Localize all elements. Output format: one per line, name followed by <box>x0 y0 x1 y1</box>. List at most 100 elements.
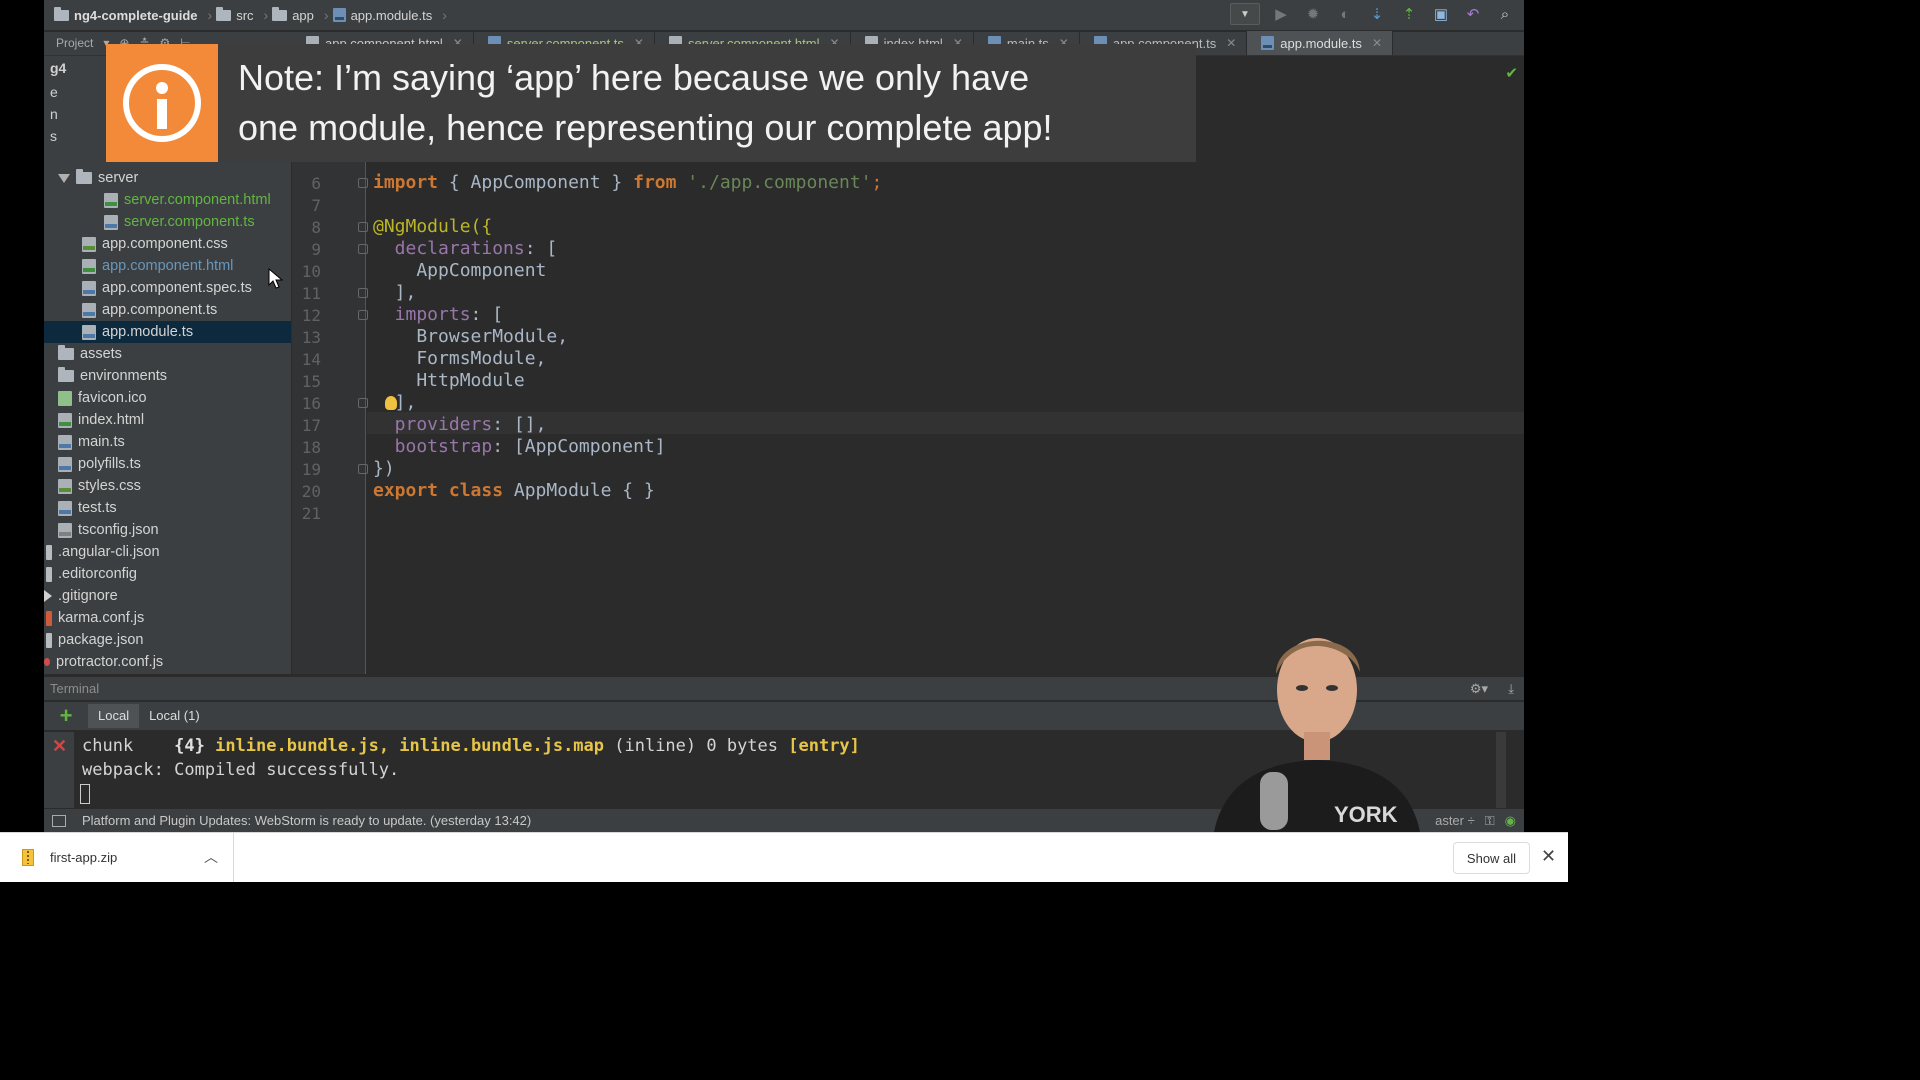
tree-file[interactable]: protractor.conf.js <box>44 651 163 673</box>
tree-folder[interactable]: assets <box>58 343 122 365</box>
hide-panel-icon[interactable]: ⤓ <box>1508 677 1514 701</box>
note-line: one module, hence representing our compl… <box>238 107 1053 148</box>
tree-file[interactable]: app.component.html <box>82 255 233 277</box>
tree-file[interactable]: .gitignore <box>44 585 118 607</box>
fold-marker-icon[interactable] <box>358 464 368 474</box>
tree-file[interactable]: main.ts <box>58 431 125 453</box>
fold-marker-icon[interactable] <box>358 288 368 298</box>
tree-label: protractor.conf.js <box>56 654 164 670</box>
terminal-cursor <box>80 784 90 804</box>
tree-file[interactable]: app.component.spec.ts <box>82 277 252 299</box>
debug-icon[interactable]: ✹ <box>1302 3 1324 25</box>
vcs-history-icon[interactable]: ▣ <box>1430 3 1452 25</box>
breadcrumb-project[interactable]: ng4-complete-guide <box>54 6 198 23</box>
typescript-file-icon <box>332 8 346 22</box>
tree-file[interactable]: server.component.html <box>104 189 271 211</box>
tree-file-selected[interactable]: app.module.ts <box>44 321 291 343</box>
coverage-icon[interactable]: ◐ <box>1334 3 1356 25</box>
git-branch[interactable]: aster ÷ <box>1435 813 1475 829</box>
typescript-file-icon <box>58 434 72 450</box>
terminal-tab-local[interactable]: Local <box>88 704 140 728</box>
term-token: (inline) 0 bytes <box>604 736 789 756</box>
tree-file[interactable]: .angular-cli.json <box>46 541 160 563</box>
json-file-icon <box>58 522 72 538</box>
run-config-dropdown[interactable]: ▼ <box>1230 3 1260 25</box>
search-icon[interactable]: ⌕ <box>1494 3 1516 25</box>
toolbar-right: ▼ ▶ ✹ ◐ ⇣ ⇡ ▣ ↶ ⌕ <box>1230 3 1516 25</box>
project-title[interactable]: Project <box>56 36 93 50</box>
tree-file[interactable]: package.json <box>46 629 143 651</box>
show-all-button[interactable]: Show all <box>1453 842 1530 874</box>
tree-file[interactable]: styles.css <box>58 475 141 497</box>
tree-file[interactable]: index.html <box>58 409 144 431</box>
tree-label: app.component.html <box>102 258 234 274</box>
code-token: import <box>373 172 439 193</box>
tree-partial-item[interactable]: e <box>50 84 58 100</box>
css-file-icon <box>58 478 72 494</box>
terminal-line: webpack: Compiled successfully. <box>82 760 400 780</box>
breadcrumb-app[interactable]: app <box>272 6 314 23</box>
line-number: 15 <box>301 372 321 391</box>
tab-label: app.module.ts <box>1280 35 1362 51</box>
line-number: 8 <box>311 218 321 237</box>
download-item[interactable]: first-app.zip ︿ <box>0 833 234 882</box>
tree-label: app.component.css <box>102 236 228 252</box>
line-number: 17 <box>301 416 321 435</box>
panel-toggle-icon[interactable] <box>52 814 66 827</box>
typescript-file-icon <box>58 500 72 516</box>
typescript-file-icon <box>82 302 96 318</box>
lock-icon[interactable]: ⚿ <box>1485 813 1495 829</box>
tree-file[interactable]: server.component.ts <box>104 211 255 233</box>
close-icon[interactable]: ✕ <box>1541 846 1556 867</box>
fold-marker-icon[interactable] <box>358 222 368 232</box>
tab-app-module-ts[interactable]: app.module.ts ✕ <box>1247 31 1393 55</box>
tree-file[interactable]: polyfills.ts <box>58 453 141 475</box>
tree-partial-item[interactable]: s <box>50 128 57 144</box>
tree-file[interactable]: .editorconfig <box>46 563 137 585</box>
breadcrumb-label: ng4-complete-guide <box>74 7 198 23</box>
fold-marker-icon[interactable] <box>358 398 368 408</box>
breadcrumb-label: app <box>292 7 314 23</box>
tree-file[interactable]: app.component.ts <box>82 299 217 321</box>
fold-marker-icon[interactable] <box>358 178 368 188</box>
code-token: : [], <box>492 414 547 435</box>
vcs-update-icon[interactable]: ⇣ <box>1366 3 1388 25</box>
folder-icon <box>54 6 69 21</box>
code-line: declarations: [ <box>373 238 558 260</box>
code-line: import { AppComponent } from './app.comp… <box>373 172 882 194</box>
fold-marker-icon[interactable] <box>358 244 368 254</box>
close-icon[interactable]: ✕ <box>1226 36 1236 50</box>
breadcrumb-src[interactable]: src <box>216 6 254 23</box>
tree-file[interactable]: tsconfig.json <box>58 519 159 541</box>
tree-folder[interactable]: environments <box>58 365 167 387</box>
close-session-icon[interactable]: ✕ <box>52 736 67 757</box>
tree-root-label[interactable]: g4 <box>50 60 66 76</box>
expand-arrow-icon[interactable] <box>58 173 70 183</box>
terminal-scrollbar[interactable] <box>1496 732 1506 808</box>
breadcrumb-file[interactable]: app.module.ts <box>332 8 432 23</box>
settings-icon[interactable]: ⚙▾ <box>1470 677 1488 701</box>
tree-file[interactable]: karma.conf.js <box>46 607 144 629</box>
tree-file[interactable]: favicon.ico <box>58 387 147 409</box>
folder-icon <box>58 367 74 382</box>
code-line: ], <box>373 392 417 413</box>
chevron-right-icon: › <box>323 7 329 23</box>
expand-arrow-icon[interactable] <box>44 590 52 602</box>
code-token: { AppComponent } <box>438 172 634 193</box>
run-icon[interactable]: ▶ <box>1270 3 1292 25</box>
vcs-commit-icon[interactable]: ⇡ <box>1398 3 1420 25</box>
close-icon[interactable]: ✕ <box>1372 36 1382 50</box>
tree-partial-item[interactable]: n <box>50 106 58 122</box>
inspector-icon[interactable]: ◉ <box>1505 813 1516 829</box>
code-token: export class <box>373 480 504 501</box>
status-message[interactable]: Platform and Plugin Updates: WebStorm is… <box>82 813 531 828</box>
revert-icon[interactable]: ↶ <box>1462 3 1484 25</box>
tree-file[interactable]: app.component.css <box>82 233 228 255</box>
html-file-icon <box>82 258 96 274</box>
chevron-up-icon[interactable]: ︿ <box>204 847 218 867</box>
add-terminal-icon[interactable]: + <box>44 703 88 729</box>
terminal-tab-local-1[interactable]: Local (1) <box>139 704 210 728</box>
fold-marker-icon[interactable] <box>358 310 368 320</box>
tree-file[interactable]: test.ts <box>58 497 117 519</box>
tree-folder-server[interactable]: server <box>58 167 138 189</box>
